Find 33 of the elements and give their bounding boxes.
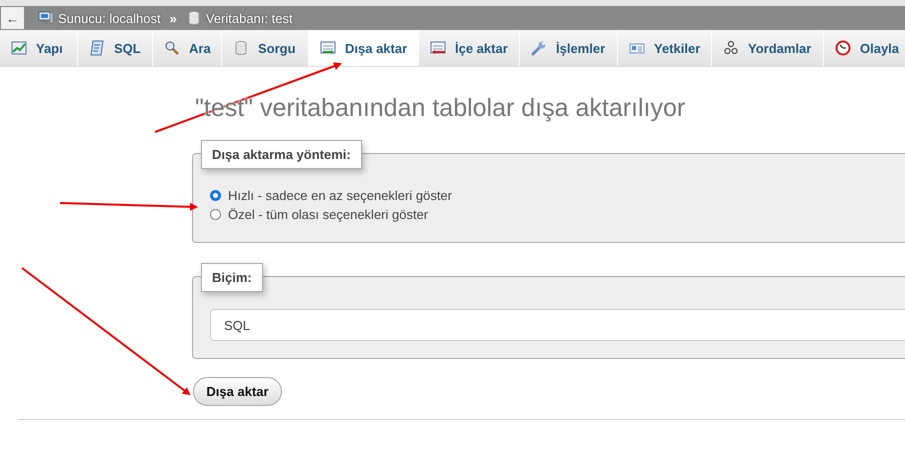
database-icon bbox=[233, 40, 249, 56]
search-icon bbox=[164, 40, 180, 56]
tab[interactable]: Ara bbox=[153, 30, 222, 66]
breadcrumb-link[interactable]: Veritabanı: test bbox=[206, 10, 293, 26]
export-icon bbox=[320, 40, 336, 56]
server-icon bbox=[38, 10, 54, 26]
tab[interactable]: SQL bbox=[78, 30, 153, 66]
radio-button[interactable] bbox=[210, 190, 221, 201]
radio-label: Hızlı - sadece en az seçenekleri göster bbox=[228, 188, 452, 203]
scroll-icon bbox=[89, 40, 105, 56]
tab[interactable]: Yapı bbox=[0, 30, 78, 66]
import-icon bbox=[430, 40, 446, 56]
tab[interactable]: İçe aktar bbox=[419, 30, 520, 66]
database-icon bbox=[186, 10, 202, 26]
format-select[interactable]: SQL bbox=[210, 309, 905, 341]
panel-legend: Biçim: bbox=[201, 263, 263, 292]
clock-icon bbox=[835, 40, 851, 56]
breadcrumb-separator: » bbox=[170, 10, 177, 26]
export-button[interactable]: Dışa aktar bbox=[193, 377, 282, 406]
wrench-icon bbox=[531, 40, 547, 56]
gears-icon bbox=[723, 40, 739, 56]
back-button[interactable]: ← bbox=[1, 7, 24, 29]
radio-label: Özel - tüm olası seçenekleri göster bbox=[228, 207, 428, 222]
tab[interactable]: İşlemler bbox=[520, 30, 618, 66]
tab[interactable]: Yetkiler bbox=[618, 30, 712, 66]
table-chart-icon bbox=[11, 40, 27, 56]
panel-legend: Dışa aktarma yöntemi: bbox=[201, 140, 362, 169]
breadcrumb-link[interactable]: Sunucu: localhost bbox=[58, 10, 161, 26]
tab[interactable]: Dışa aktar bbox=[309, 30, 419, 66]
tab[interactable]: Sorgu bbox=[222, 30, 309, 66]
tab[interactable]: Olayla bbox=[824, 30, 905, 66]
radio-button[interactable] bbox=[210, 209, 221, 220]
tab[interactable]: Yordamlar bbox=[712, 30, 824, 66]
